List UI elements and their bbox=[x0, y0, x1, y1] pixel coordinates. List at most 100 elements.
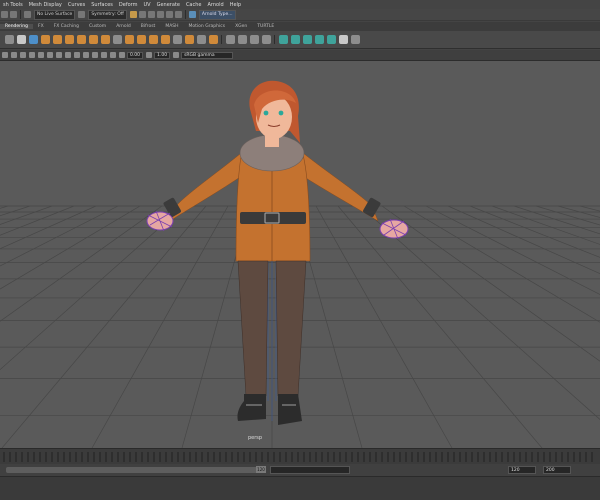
menu-uv[interactable]: UV bbox=[140, 2, 153, 8]
workspace-dropdown[interactable]: Arnold Type... bbox=[198, 9, 236, 20]
menu-cache[interactable]: Cache bbox=[183, 2, 205, 8]
plane-icon[interactable] bbox=[88, 35, 98, 44]
merge-icon[interactable] bbox=[184, 35, 194, 44]
textured-icon[interactable] bbox=[64, 52, 71, 58]
range-end-handle[interactable]: 120 bbox=[256, 466, 266, 473]
sun-icon[interactable] bbox=[28, 35, 38, 44]
separate-icon[interactable] bbox=[124, 35, 134, 44]
tab-fx-caching[interactable]: FX Caching bbox=[49, 24, 84, 29]
menu-deform[interactable]: Deform bbox=[116, 2, 141, 8]
tab-motion-graphics[interactable]: Motion Graphics bbox=[184, 24, 231, 29]
uv-editor-icon[interactable] bbox=[278, 35, 288, 44]
render-icon[interactable] bbox=[129, 11, 137, 18]
resolution-gate-icon[interactable] bbox=[37, 52, 44, 58]
perspective-viewport[interactable]: persp bbox=[0, 61, 600, 448]
insert-edge-loop-icon[interactable] bbox=[237, 35, 247, 44]
range-slider[interactable] bbox=[6, 467, 260, 473]
fill-hole-icon[interactable] bbox=[196, 35, 206, 44]
command-line[interactable] bbox=[0, 476, 600, 500]
lights-icon[interactable] bbox=[73, 52, 80, 58]
grid-line bbox=[359, 205, 600, 420]
arrow-icon[interactable] bbox=[16, 35, 26, 44]
camera-icon[interactable] bbox=[1, 52, 8, 58]
hypershade-icon[interactable] bbox=[156, 11, 164, 18]
range-end-field[interactable]: 120 bbox=[508, 466, 536, 474]
grid-line bbox=[491, 205, 600, 245]
tab-fx[interactable]: FX bbox=[33, 24, 49, 29]
time-slider[interactable] bbox=[0, 448, 600, 464]
panel-toolbar: 0.00 1.00 sRGB gamma bbox=[0, 50, 600, 61]
live-surface-dropdown[interactable]: No Live Surface bbox=[34, 9, 76, 20]
bridge-icon[interactable] bbox=[160, 35, 170, 44]
menu-curves[interactable]: Curves bbox=[65, 2, 88, 8]
gear-icon[interactable] bbox=[4, 35, 14, 44]
symmetry-dropdown[interactable]: Symmetry: Off bbox=[88, 9, 127, 20]
bevel-icon[interactable] bbox=[148, 35, 158, 44]
cone-icon[interactable] bbox=[76, 35, 86, 44]
tab-rendering[interactable]: Rendering bbox=[0, 24, 33, 29]
multi-cut-icon[interactable] bbox=[225, 35, 235, 44]
select-mode-icon[interactable] bbox=[1, 11, 8, 18]
render-settings-icon[interactable] bbox=[147, 11, 155, 18]
shelf-tabs: Rendering FX FX Caching Custom Arnold Bi… bbox=[0, 22, 600, 31]
target-weld-icon[interactable] bbox=[261, 35, 271, 44]
pause-icon[interactable] bbox=[165, 11, 173, 18]
extrude-icon[interactable] bbox=[136, 35, 146, 44]
cut-uv-icon[interactable] bbox=[350, 35, 360, 44]
torus-icon[interactable] bbox=[100, 35, 110, 44]
film-gate-icon[interactable] bbox=[28, 52, 35, 58]
mirror-icon[interactable] bbox=[208, 35, 218, 44]
exposure-field[interactable]: 0.00 bbox=[127, 51, 144, 59]
snap-grid-icon[interactable] bbox=[78, 11, 86, 18]
tab-xgen[interactable]: XGen bbox=[230, 24, 252, 29]
tab-custom[interactable]: Custom bbox=[84, 24, 111, 29]
cube-icon[interactable] bbox=[40, 35, 50, 44]
grid-line bbox=[0, 205, 9, 209]
menu-generate[interactable]: Generate bbox=[154, 2, 183, 8]
gamma-field[interactable]: 1.00 bbox=[154, 51, 171, 59]
checker-icon[interactable] bbox=[338, 35, 348, 44]
menu-mesh-display[interactable]: Mesh Display bbox=[26, 2, 65, 8]
bookmark-icon[interactable] bbox=[10, 52, 17, 58]
menu-surfaces[interactable]: Surfaces bbox=[88, 2, 116, 8]
playback-end-field[interactable]: 200 bbox=[543, 466, 571, 474]
range-start-field[interactable] bbox=[270, 466, 350, 474]
right-eye bbox=[278, 110, 284, 116]
right-leg bbox=[275, 260, 307, 397]
ambient-occlusion-icon[interactable] bbox=[91, 52, 98, 58]
menu-mesh-tools[interactable]: sh Tools bbox=[0, 2, 26, 8]
cylindrical-map-icon[interactable] bbox=[302, 35, 312, 44]
view-transform-dropdown[interactable]: sRGB gamma bbox=[181, 51, 234, 59]
shadows-icon[interactable] bbox=[82, 52, 89, 58]
right-glove bbox=[379, 218, 409, 240]
color-management-icon[interactable] bbox=[172, 52, 179, 58]
smooth-icon[interactable] bbox=[172, 35, 182, 44]
tab-mash[interactable]: MASH bbox=[160, 24, 183, 29]
smooth-shade-icon[interactable] bbox=[55, 52, 62, 58]
left-leg bbox=[237, 260, 269, 397]
xray-icon[interactable] bbox=[109, 52, 116, 58]
cylinder-icon[interactable] bbox=[64, 35, 74, 44]
wireframe-icon[interactable] bbox=[46, 52, 53, 58]
play-icon[interactable] bbox=[174, 11, 182, 18]
spherical-map-icon[interactable] bbox=[314, 35, 324, 44]
sphere-icon[interactable] bbox=[52, 35, 62, 44]
planar-map-icon[interactable] bbox=[290, 35, 300, 44]
isolate-icon[interactable] bbox=[100, 52, 107, 58]
auto-map-icon[interactable] bbox=[326, 35, 336, 44]
tab-bifrost[interactable]: Bifrost bbox=[136, 24, 161, 29]
workspace-icon[interactable] bbox=[188, 11, 196, 18]
grid-line bbox=[425, 205, 600, 295]
tab-arnold[interactable]: Arnold bbox=[111, 24, 136, 29]
offset-edge-icon[interactable] bbox=[249, 35, 259, 44]
magnet-icon[interactable] bbox=[24, 11, 31, 18]
component-mode-icon[interactable] bbox=[10, 11, 17, 18]
character-model[interactable] bbox=[146, 80, 409, 425]
grid-icon[interactable] bbox=[19, 52, 26, 58]
tab-turtle[interactable]: TURTLE bbox=[252, 24, 279, 29]
menu-arnold[interactable]: Arnold bbox=[205, 2, 227, 8]
gamma-icon bbox=[145, 52, 152, 58]
combine-icon[interactable] bbox=[112, 35, 122, 44]
ipr-render-icon[interactable] bbox=[138, 11, 146, 18]
menu-help[interactable]: Help bbox=[227, 2, 244, 8]
